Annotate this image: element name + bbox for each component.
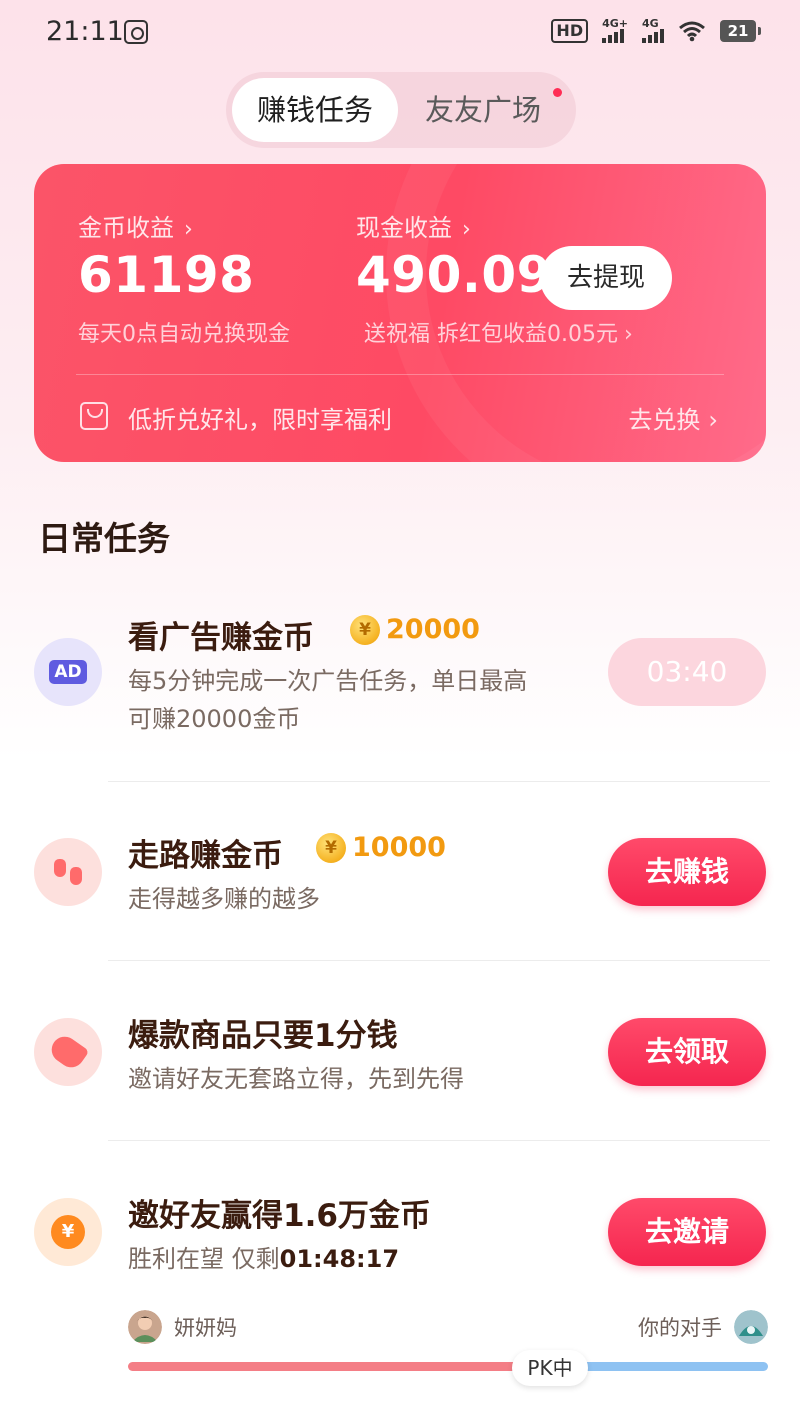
cash-earnings-link[interactable]: 现金收益 › [356,208,471,243]
shoe-icon [34,1018,102,1086]
row-divider [108,960,770,961]
promo-text: 低折兑好礼，限时享福利 [128,406,392,434]
opponent-avatar [734,1310,768,1344]
tab-friends-square-label: 友友广场 [424,93,541,127]
pk-user-name: 妍妍妈 [174,1316,237,1340]
pk-progress-right [570,1362,768,1371]
ad-countdown-button[interactable]: 03:40 [608,638,766,706]
invite-button[interactable]: 去邀请 [608,1198,766,1266]
task-desc-line: 可赚20000金币 [128,705,301,733]
pk-opponent-label: 你的对手 [638,1316,722,1340]
pk-status-chip: PK中 [512,1350,588,1386]
coin-earnings-note: 每天0点自动兑换现金 [78,322,290,347]
task-desc-prefix: 胜利在望 仅剩 [128,1245,280,1273]
task-desc: 邀请好友无套路立得，先到先得 [128,1065,464,1093]
cash-earnings-label: 现金收益 [356,214,452,242]
notification-dot [553,88,562,97]
ad-icon: AD [34,638,102,706]
signal-icon-2: 4G [642,18,664,43]
task-reward-value: 10000 [352,832,446,863]
signal-icon-1: 4G+ [602,18,628,43]
yen-coin-icon: ¥ [34,1198,102,1266]
task-reward-value: 20000 [386,614,480,645]
ad-badge: AD [49,660,87,684]
task-reward: ¥ 10000 [316,832,446,863]
screen-record-icon [124,20,148,44]
card-divider [76,374,724,375]
cash-earnings-note-link[interactable]: 送祝福 拆红包收益0.05元 › [364,316,633,348]
earn-money-button[interactable]: 去赚钱 [608,838,766,906]
task-desc: 走得越多赚的越多 [128,885,320,913]
section-title: 日常任务 [38,519,170,558]
pk-opponent: 你的对手 [638,1310,768,1344]
cash-earnings-value: 490.09 [356,246,552,304]
task-title: 邀好友赢得1.6万金币 [128,1198,431,1234]
task-title: 走路赚金币 [128,838,283,874]
pk-progress-left [128,1362,528,1371]
wifi-icon [679,21,705,41]
task-desc: 每5分钟完成一次广告任务，单日最高 可赚20000金币 [128,662,527,738]
task-title: 看广告赚金币 [128,620,314,656]
status-bar: 21:11 HD 4G+ 4G 21 [0,0,800,64]
gift-bag-icon [80,402,108,430]
row-divider [108,781,770,782]
chevron-right-icon: › [623,322,633,347]
coin-icon: ¥ [350,614,380,645]
coin-earnings-link[interactable]: 金币收益 › [78,208,193,243]
tab-friends-square[interactable]: 友友广场 [408,78,558,142]
task-reward: ¥ 20000 [350,614,480,645]
row-divider [108,1140,770,1141]
redeem-link[interactable]: 去兑换 › [628,400,718,435]
chevron-right-icon: › [184,217,193,242]
status-indicators: HD 4G+ 4G 21 [551,18,761,43]
task-title: 爆款商品只要1分钱 [128,1018,398,1054]
redeem-link-label: 去兑换 [628,406,701,434]
earnings-card: 金币收益 › 61198 每天0点自动兑换现金 现金收益 › 490.09 去提现 … [34,164,766,462]
task-desc: 胜利在望 仅剩01:48:17 [128,1240,399,1278]
coin-earnings-value: 61198 [78,246,255,304]
pk-user: 妍妍妈 [128,1310,237,1344]
cash-earnings-note: 送祝福 拆红包收益0.05元 [364,322,618,347]
tab-switch: 赚钱任务 友友广场 [226,72,576,148]
footprints-icon [34,838,102,906]
avatar [128,1310,162,1344]
claim-button[interactable]: 去领取 [608,1018,766,1086]
battery-icon: 21 [720,19,761,42]
chevron-right-icon: › [708,406,718,434]
status-time: 21:11 [46,16,124,47]
coin-icon: ¥ [316,832,346,863]
yen-badge: ¥ [51,1215,85,1249]
countdown-timer: 01:48:17 [279,1245,400,1273]
tab-earn-tasks[interactable]: 赚钱任务 [232,78,398,142]
withdraw-button[interactable]: 去提现 [540,246,672,310]
coin-earnings-label: 金币收益 [78,214,174,242]
chevron-right-icon: › [462,217,471,242]
task-desc-line: 每5分钟完成一次广告任务，单日最高 [128,667,528,695]
hd-voice-icon: HD [551,18,589,43]
